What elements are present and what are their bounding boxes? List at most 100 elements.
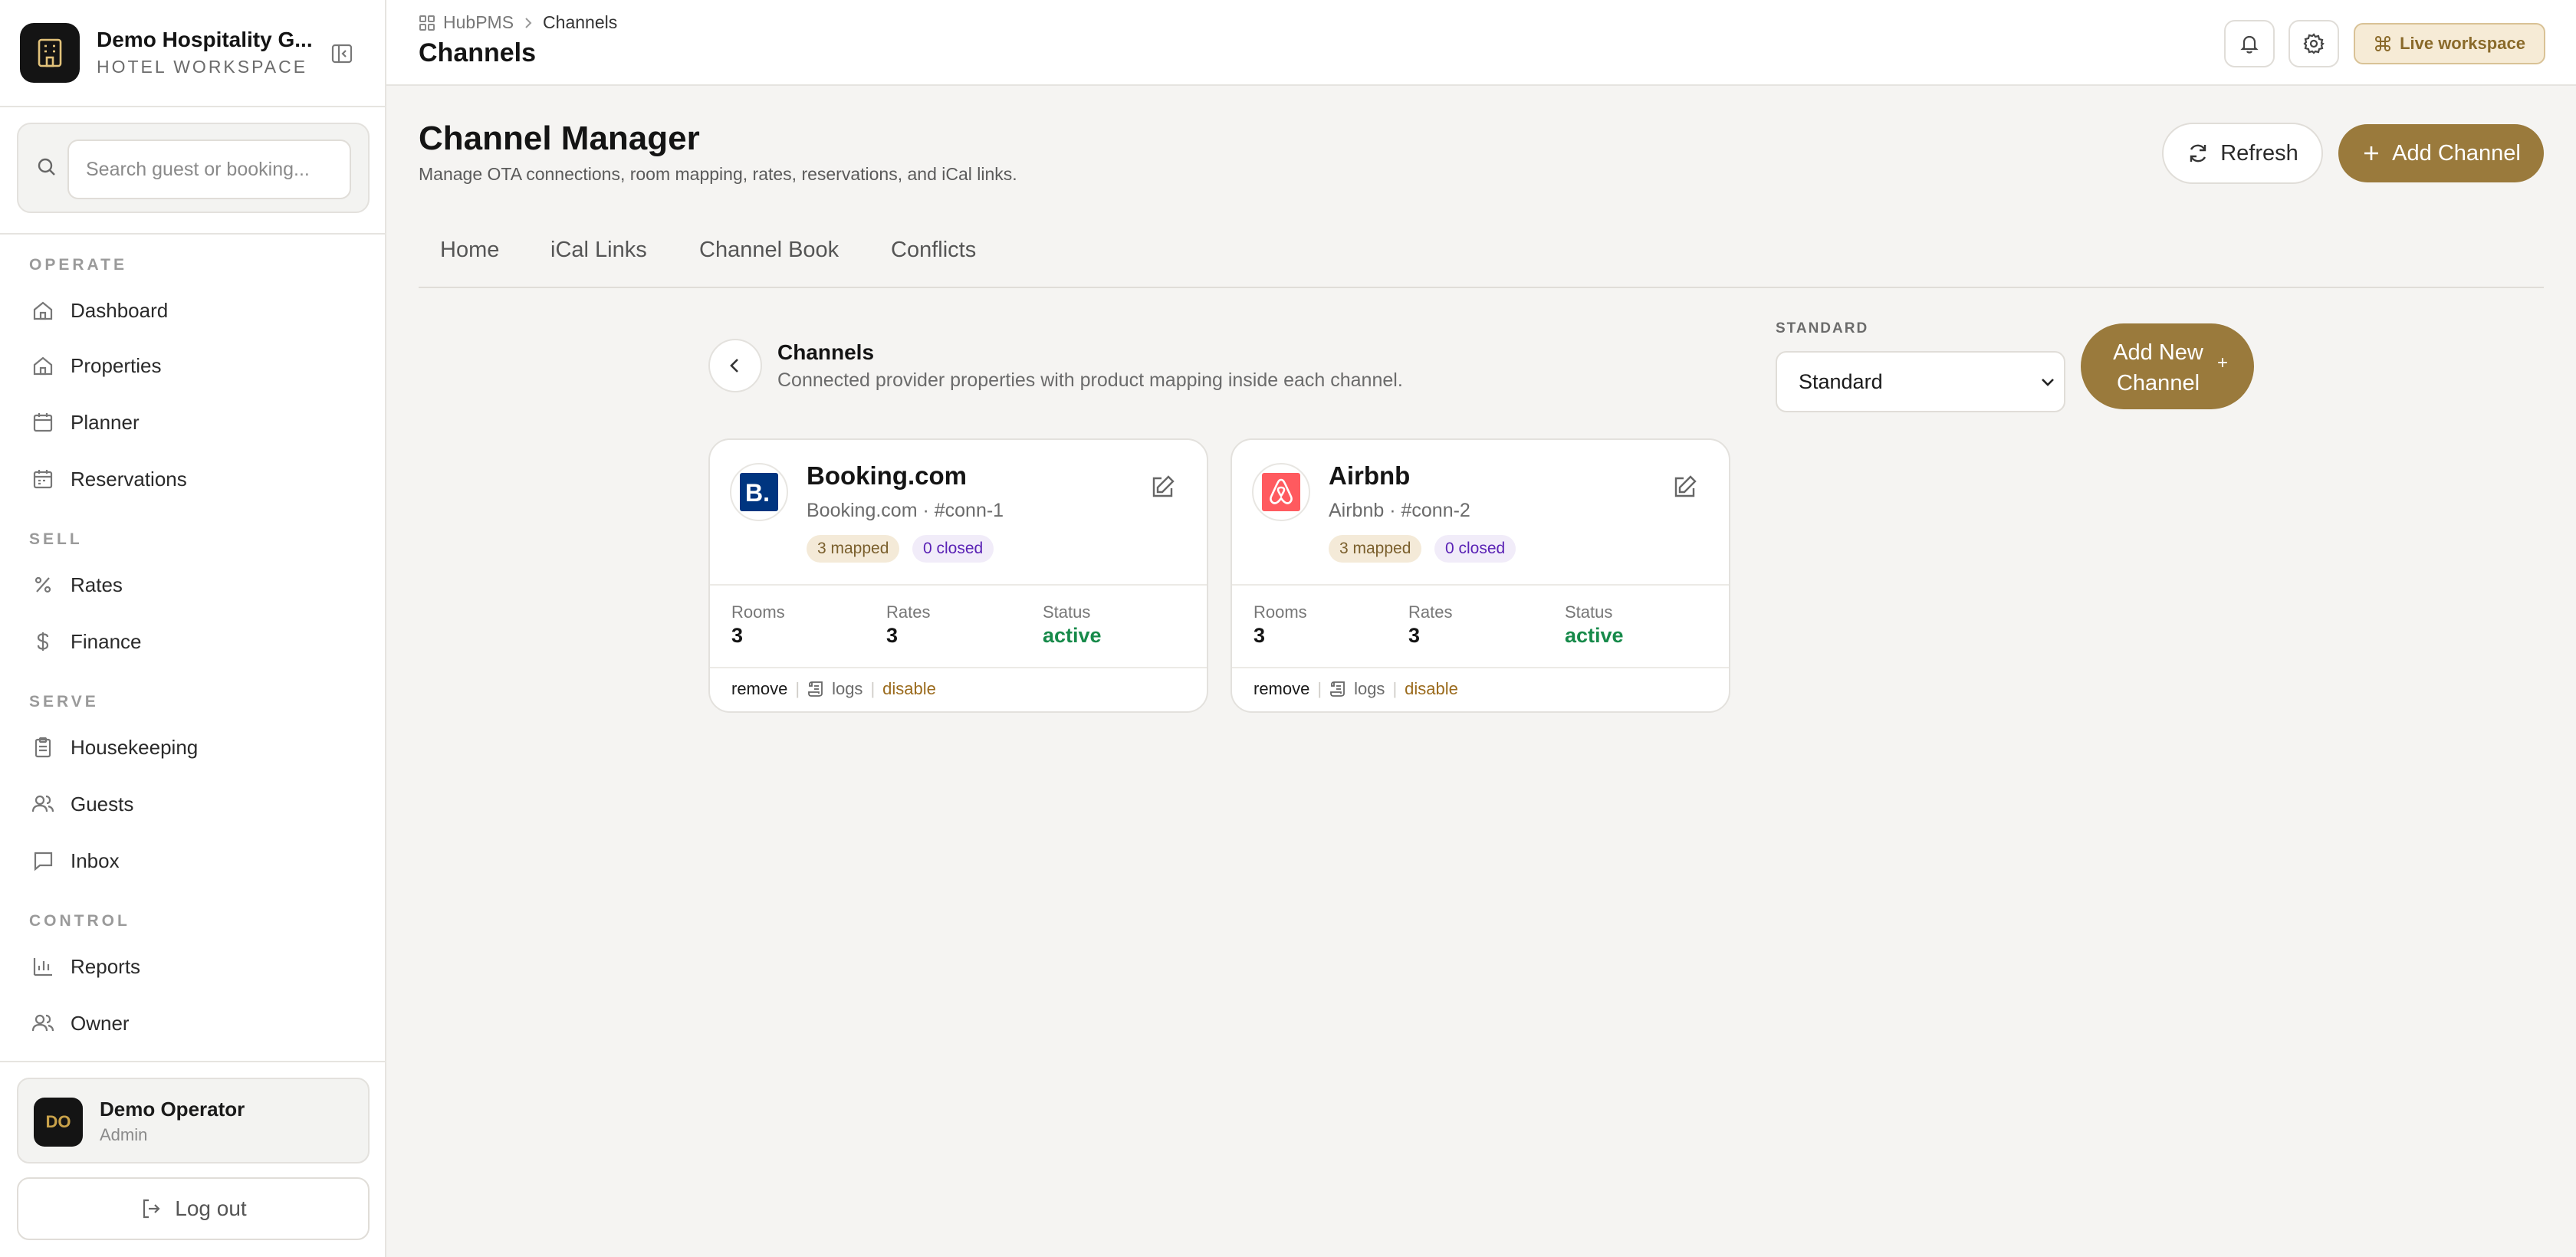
card-divider <box>710 584 1207 586</box>
users-icon <box>29 793 57 816</box>
logout-icon <box>140 1197 163 1220</box>
avatar: DO <box>34 1098 83 1147</box>
bar-chart-icon <box>29 955 57 978</box>
sidebar-item-rates[interactable]: Rates <box>17 560 370 609</box>
sidebar-item-label: Finance <box>71 629 142 653</box>
sidebar-item-label: Housekeeping <box>71 735 199 759</box>
rooms-value: 3 <box>1254 624 1266 647</box>
channel-manager-title: Channel Manager <box>419 120 700 157</box>
settings-button[interactable] <box>2288 20 2339 67</box>
edit-icon[interactable] <box>1145 471 1179 504</box>
card-divider <box>710 667 1207 668</box>
scroll-icon <box>807 680 826 698</box>
tab-home[interactable]: Home <box>440 238 499 263</box>
rates-label: Rates <box>886 602 931 622</box>
notifications-button[interactable] <box>2224 20 2275 67</box>
channel-meta: Booking.com · #conn-1 <box>807 500 1004 521</box>
home-icon <box>29 299 57 322</box>
sidebar-item-finance[interactable]: Finance <box>17 617 370 666</box>
home-icon <box>29 354 57 377</box>
grid-icon <box>419 15 435 31</box>
sidebar-collapse-icon[interactable] <box>327 38 357 69</box>
logs-label: logs <box>832 679 863 698</box>
logout-button[interactable]: Log out <box>17 1177 370 1240</box>
sidebar-divider <box>0 233 386 235</box>
add-channel-button[interactable]: Add Channel <box>2338 124 2544 182</box>
channels-section-subtitle: Connected provider properties with produ… <box>777 369 1403 391</box>
status-label: Status <box>1565 602 1613 622</box>
rates-label: Rates <box>1408 602 1453 622</box>
channels-section-title: Channels <box>777 340 875 364</box>
brand: Demo Hospitality G... HOTEL WORKSPACE <box>20 23 373 84</box>
sidebar-item-housekeeping[interactable]: Housekeeping <box>17 723 370 772</box>
sidebar-item-reservations[interactable]: Reservations <box>17 455 370 504</box>
separator: | <box>1317 679 1322 698</box>
rates-value: 3 <box>1408 624 1421 647</box>
rooms-label: Rooms <box>731 602 785 622</box>
remove-link[interactable]: remove <box>731 679 787 699</box>
refresh-button[interactable]: Refresh <box>2162 123 2323 184</box>
airbnb-logo-icon <box>1252 463 1310 521</box>
card-actions: remove | logs | disable <box>1254 679 1458 699</box>
user-role: Admin <box>100 1125 148 1144</box>
live-workspace-badge[interactable]: Live workspace <box>2354 23 2545 64</box>
sidebar-item-owner[interactable]: Owner <box>17 999 370 1048</box>
sidebar-item-inbox[interactable]: Inbox <box>17 836 370 885</box>
search-box <box>17 123 370 213</box>
rooms-label: Rooms <box>1254 602 1307 622</box>
closed-badge: 0 closed <box>912 535 994 563</box>
user-name: Demo Operator <box>100 1098 245 1121</box>
disable-link[interactable]: disable <box>1405 679 1458 699</box>
chevron-right-icon <box>521 16 535 30</box>
sidebar-divider <box>0 1061 386 1062</box>
logs-link[interactable]: logs <box>807 679 863 699</box>
sidebar-item-planner[interactable]: Planner <box>17 398 370 447</box>
nav-section-control: CONTROL <box>29 912 130 930</box>
calendar-icon <box>29 468 57 491</box>
channel-tabs: Home iCal Links Channel Book Conflicts <box>419 225 2544 288</box>
sidebar-item-label: Owner <box>71 1011 130 1035</box>
edit-icon[interactable] <box>1668 471 1701 504</box>
sidebar: Demo Hospitality G... HOTEL WORKSPACE OP… <box>0 0 386 1257</box>
sidebar-item-dashboard[interactable]: Dashboard <box>17 286 370 335</box>
breadcrumb-root[interactable]: HubPMS <box>443 12 514 33</box>
back-button[interactable] <box>708 339 762 392</box>
user-card[interactable]: DO Demo Operator Admin <box>17 1078 370 1163</box>
booking-logo-icon: B. <box>730 463 788 521</box>
bell-icon <box>2238 32 2261 55</box>
nav-section-sell: SELL <box>29 530 83 548</box>
add-new-channel-button[interactable]: Add New Channel + <box>2081 323 2254 409</box>
standard-select[interactable]: Standard <box>1776 351 2065 412</box>
tab-conflicts[interactable]: Conflicts <box>891 238 976 263</box>
plus-icon <box>2361 143 2381 163</box>
status-value: active <box>1043 624 1102 647</box>
search-input[interactable] <box>67 139 351 199</box>
sidebar-divider <box>0 106 386 107</box>
remove-link[interactable]: remove <box>1254 679 1309 699</box>
sidebar-item-properties[interactable]: Properties <box>17 341 370 390</box>
building-icon <box>20 23 80 83</box>
sidebar-item-label: Rates <box>71 573 123 596</box>
nav-section-serve: SERVE <box>29 693 99 711</box>
refresh-label: Refresh <box>2220 140 2298 166</box>
plus-icon: + <box>2217 353 2229 373</box>
disable-link[interactable]: disable <box>882 679 936 699</box>
tab-channel-book[interactable]: Channel Book <box>699 238 839 263</box>
sidebar-item-label: Dashboard <box>71 298 169 322</box>
sidebar-item-guests[interactable]: Guests <box>17 779 370 829</box>
dollar-icon <box>29 630 57 653</box>
clipboard-icon <box>29 736 57 759</box>
sidebar-item-label: Properties <box>71 353 162 377</box>
separator: | <box>870 679 876 698</box>
add-channel-label: Add Channel <box>2392 140 2521 166</box>
topbar: HubPMS Channels Channels Live workspace <box>386 0 2576 86</box>
separator: | <box>1392 679 1398 698</box>
page-title: Channels <box>419 38 537 67</box>
channel-card: B. Booking.com Booking.com · #conn-1 3 m… <box>708 438 1208 713</box>
status-value: active <box>1565 624 1624 647</box>
message-icon <box>29 849 57 872</box>
sidebar-item-reports[interactable]: Reports <box>17 942 370 991</box>
logs-link[interactable]: logs <box>1329 679 1385 699</box>
tab-ical-links[interactable]: iCal Links <box>550 238 647 263</box>
gear-icon <box>2302 32 2325 55</box>
